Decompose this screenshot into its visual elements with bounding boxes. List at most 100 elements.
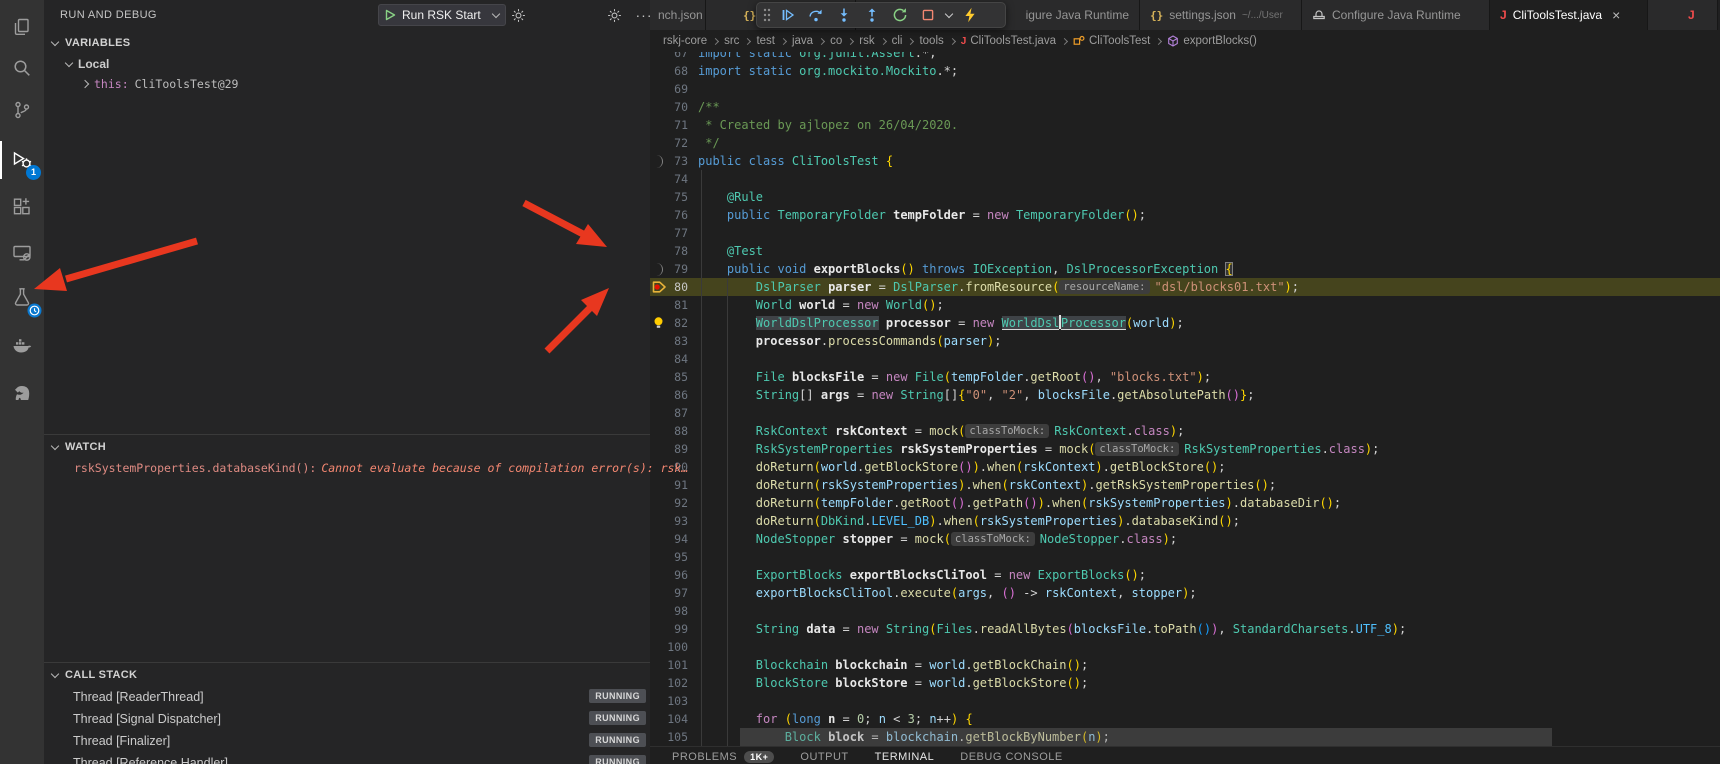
activity-bar-search-icon[interactable] <box>0 46 44 90</box>
line-number: 86 <box>650 386 688 404</box>
panel-tab-output[interactable]: OUTPUT <box>800 751 848 763</box>
line-number: 94 <box>650 530 688 548</box>
code-line-72: 72 */ <box>650 134 1720 152</box>
more-actions-icon[interactable]: ··· <box>634 6 654 24</box>
activity-bar-test-beaker-icon[interactable] <box>0 275 44 319</box>
chevron-down-icon <box>51 37 59 45</box>
line-number: 72 <box>650 134 688 152</box>
code-editor[interactable]: 67import static org.junit.Assert.*;68imp… <box>650 52 1720 746</box>
activity-bar-extensions-icon[interactable] <box>0 185 44 229</box>
debug-toolbar[interactable] <box>756 2 1006 28</box>
watch-error-value: Cannot evaluate because of compilation e… <box>321 461 688 475</box>
call-stack-thread-row[interactable]: Thread [Finalizer] <box>44 730 650 752</box>
code-line-101: 101 Blockchain blockchain = world.getBlo… <box>650 656 1720 674</box>
thread-name: Thread [Reference Handler] <box>73 756 228 764</box>
stop-button[interactable] <box>915 4 941 26</box>
call-stack-thread-row[interactable]: Thread [ReaderThread] <box>44 686 650 708</box>
restart-button[interactable] <box>887 4 913 26</box>
call-stack-thread-row[interactable]: Thread [Signal Dispatcher] <box>44 708 650 730</box>
breadcrumb-separator-icon <box>880 37 887 44</box>
breadcrumb-item-co[interactable]: co <box>830 35 842 47</box>
line-number: 77 <box>650 224 688 242</box>
code-line-content: String data = new String(Files.readAllBy… <box>698 620 1406 638</box>
activity-bar-docker-icon[interactable] <box>0 323 44 367</box>
breadcrumb-item-clitoolstest[interactable]: CliToolsTest <box>1073 35 1150 47</box>
stop-dropdown-chevron-icon[interactable] <box>943 4 955 26</box>
code-line-99: 99 String data = new String(Files.readAl… <box>650 620 1720 638</box>
code-line-75: 75 @Rule <box>650 188 1720 206</box>
breadcrumb-item-clitoolstest-java[interactable]: JCliToolsTest.java <box>961 35 1056 47</box>
panel-tab-problems[interactable]: PROBLEMS1K+ <box>672 751 774 763</box>
json-file-icon: {} <box>1150 9 1163 22</box>
code-line-97: 97 exportBlocksCliTool.execute(args, () … <box>650 584 1720 602</box>
toolbar-drag-grip-icon[interactable] <box>761 4 773 26</box>
thread-status-badge: RUNNING <box>589 733 646 747</box>
tab-label: igure Java Runtime <box>1026 8 1129 22</box>
activity-bar-source-control-icon[interactable] <box>0 88 44 132</box>
thread-name: Thread [Finalizer] <box>73 734 170 748</box>
line-number: 78 <box>650 242 688 260</box>
code-line-content: String[] args = new String[]{"0", "2", b… <box>698 386 1254 404</box>
line-number: 99 <box>650 620 688 638</box>
breadcrumb-label: cli <box>892 35 903 47</box>
breadcrumb-separator-icon <box>907 37 914 44</box>
breadcrumb-item-src[interactable]: src <box>724 35 739 47</box>
step-out-button[interactable] <box>859 4 885 26</box>
code-line-90: 90 doReturn(world.getBlockStore()).when(… <box>650 458 1720 476</box>
code-line-76: 76 public TemporaryFolder tempFolder = n… <box>650 206 1720 224</box>
breadcrumb-item-rsk[interactable]: rsk <box>859 35 874 47</box>
breadcrumb-label: rsk <box>859 35 874 47</box>
launch-config-dropdown[interactable]: Run RSK Start <box>378 4 506 26</box>
horizontal-scrollbar[interactable] <box>740 728 1552 746</box>
line-number: 83 <box>650 332 688 350</box>
watch-section-header[interactable]: WATCH <box>44 436 650 458</box>
editor-tab-nch.json[interactable]: nch.json <box>650 0 706 30</box>
chevron-down-icon <box>492 9 500 17</box>
editor-tab-CliToolsTest.java[interactable]: JCliToolsTest.java× <box>1490 0 1648 30</box>
breadcrumb-item-java[interactable]: java <box>792 35 813 47</box>
editor-tab-settings.json[interactable]: {}settings.json~/.../User <box>1140 0 1302 30</box>
editor-tab-unnamed-6[interactable]: J <box>1648 0 1718 30</box>
activity-bar-gradle-icon[interactable] <box>0 371 44 415</box>
activity-bar-explorer-icon[interactable] <box>0 5 44 49</box>
breadcrumb-item-exportblocks-[interactable]: exportBlocks() <box>1167 35 1257 47</box>
section-divider <box>44 662 650 663</box>
breadcrumb-item-test[interactable]: test <box>756 35 775 47</box>
panel-tab-debug-console[interactable]: DEBUG CONSOLE <box>960 751 1062 763</box>
symbol-method-icon <box>1167 35 1179 47</box>
continue-button[interactable] <box>775 4 801 26</box>
line-number: 97 <box>650 584 688 602</box>
code-line-content: import static org.junit.Assert.*; <box>698 52 936 62</box>
breadcrumb-label: CliToolsTest <box>1089 35 1150 47</box>
variables-scope-local[interactable]: Local <box>44 54 650 74</box>
line-number: 75 <box>650 188 688 206</box>
code-line-67: 67import static org.junit.Assert.*; <box>650 52 1720 62</box>
call-stack-thread-row[interactable]: Thread [Reference Handler] <box>44 752 650 764</box>
step-into-button[interactable] <box>831 4 857 26</box>
call-stack-section-header[interactable]: CALL STACK <box>44 664 650 686</box>
code-line-content: doReturn(DbKind.LEVEL_DB).when(rskSystem… <box>698 512 1240 530</box>
watch-expression-row[interactable]: rskSystemProperties.databaseKind(): Cann… <box>44 458 650 478</box>
open-launch-json-gear-icon[interactable] <box>508 6 528 24</box>
sidebar-title: RUN AND DEBUG <box>60 9 157 21</box>
variable-this-row[interactable]: this: CliToolsTest@29 <box>44 74 650 94</box>
breadcrumb-separator-icon <box>744 37 751 44</box>
line-number: 87 <box>650 404 688 422</box>
breadcrumb-item-tools[interactable]: tools <box>919 35 943 47</box>
activity-bar-run-and-debug-icon[interactable]: 1 <box>0 138 44 182</box>
breadcrumb-item-rskj-core[interactable]: rskj-core <box>663 35 707 47</box>
breadcrumb-item-cli[interactable]: cli <box>892 35 903 47</box>
code-line-content: Blockchain blockchain = world.getBlockCh… <box>698 656 1088 674</box>
code-line-content: doReturn(rskSystemProperties).when(rskCo… <box>698 476 1276 494</box>
variables-section-header[interactable]: VARIABLES <box>44 32 650 54</box>
activity-bar-remote-explorer-icon[interactable] <box>0 231 44 275</box>
code-line-content: import static org.mockito.Mockito.*; <box>698 62 958 80</box>
line-number: 100 <box>650 638 688 656</box>
breadcrumb-separator-icon <box>1061 37 1068 44</box>
close-tab-icon[interactable]: × <box>1612 7 1620 23</box>
step-over-button[interactable] <box>803 4 829 26</box>
editor-tab-Configure Java Runtime[interactable]: Configure Java Runtime <box>1302 0 1490 30</box>
panel-tab-terminal[interactable]: TERMINAL <box>875 751 935 763</box>
hot-code-replace-button[interactable] <box>957 4 983 26</box>
views-gear-icon[interactable] <box>604 6 624 24</box>
